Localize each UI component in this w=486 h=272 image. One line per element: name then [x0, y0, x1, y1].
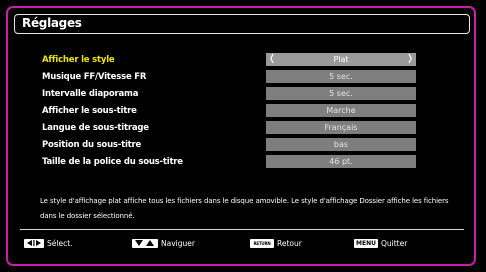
help-description: Le style d'affichage plat affiche tous l…	[40, 197, 449, 220]
setting-label: Musique FF/Vitesse FR	[42, 72, 147, 82]
setting-row-subtitle-font-size[interactable]: Taille de la police du sous-titre 46 pt.	[42, 154, 420, 170]
setting-value[interactable]: bas	[266, 138, 416, 151]
hint-quit-label: Quitter	[381, 238, 408, 248]
hint-quit[interactable]: MENU Quitter	[354, 235, 407, 251]
chevron-right-icon[interactable]: ❭	[405, 53, 415, 66]
setting-value[interactable]: 46 pt.	[266, 155, 416, 168]
setting-label: Position du sous-titre	[42, 140, 142, 150]
setting-label: Langue de sous-titrage	[42, 123, 149, 133]
button-hints: Sélect. Naviguer RETURN Retour MENU Quit…	[0, 235, 486, 251]
return-key-icon: RETURN	[250, 238, 274, 248]
setting-value[interactable]: Français	[266, 121, 416, 134]
settings-screen: Réglages Afficher le style ❬ Plat ❭ Musi…	[0, 0, 486, 272]
hint-navigate-label: Naviguer	[161, 238, 195, 248]
setting-value: Plat	[333, 55, 349, 64]
setting-value-selector[interactable]: ❬ Plat ❭	[266, 53, 416, 66]
setting-row-subtitle-position[interactable]: Position du sous-titre bas	[42, 137, 420, 153]
setting-row-music-ff-speed[interactable]: Musique FF/Vitesse FR 5 sec.	[42, 69, 420, 85]
setting-row-display-style[interactable]: Afficher le style ❬ Plat ❭	[42, 52, 420, 68]
setting-label: Intervalle diaporama	[42, 89, 139, 99]
setting-value[interactable]: 5 sec.	[266, 87, 416, 100]
setting-label: Afficher le style	[42, 55, 115, 65]
setting-label: Taille de la police du sous-titre	[42, 157, 183, 167]
setting-value[interactable]: 5 sec.	[266, 70, 416, 83]
hint-navigate[interactable]: Naviguer	[132, 235, 195, 251]
chevron-left-icon[interactable]: ❬	[267, 53, 277, 66]
setting-label: Afficher le sous-titre	[42, 106, 137, 116]
setting-value[interactable]: Marche	[266, 104, 416, 117]
title-bar: Réglages	[14, 14, 470, 34]
page-title: Réglages	[22, 16, 82, 30]
hint-select[interactable]: Sélect.	[24, 235, 73, 251]
left-right-arrows-icon	[24, 238, 44, 248]
hint-back[interactable]: RETURN Retour	[250, 235, 302, 251]
settings-menu: Afficher le style ❬ Plat ❭ Musique FF/Vi…	[42, 52, 420, 171]
hint-back-label: Retour	[277, 238, 302, 248]
hint-select-label: Sélect.	[47, 238, 73, 248]
setting-row-subtitle-language[interactable]: Langue de sous-titrage Français	[42, 120, 420, 136]
footer-divider	[20, 229, 464, 230]
up-down-arrows-icon	[132, 238, 158, 248]
setting-row-slideshow-interval[interactable]: Intervalle diaporama 5 sec.	[42, 86, 420, 102]
menu-key-icon: MENU	[354, 238, 378, 248]
setting-row-show-subtitle[interactable]: Afficher le sous-titre Marche	[42, 103, 420, 119]
